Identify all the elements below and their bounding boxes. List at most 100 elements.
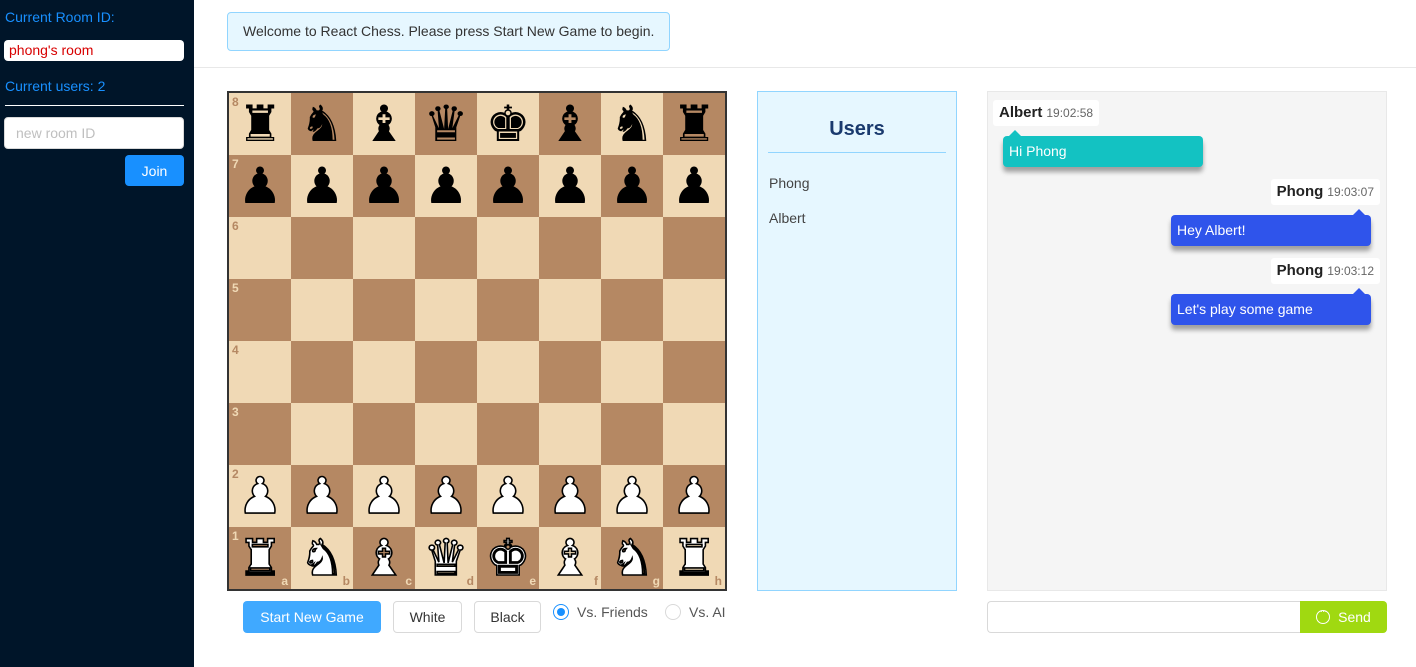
board-square-e7[interactable]: ♟	[477, 155, 539, 217]
board-square-e4[interactable]	[477, 341, 539, 403]
black-pawn-icon[interactable]: ♟	[548, 161, 593, 211]
board-square-c1[interactable]: c ♝	[353, 527, 415, 589]
board-square-c2[interactable]: ♟	[353, 465, 415, 527]
board-square-a1[interactable]: 1 a ♜	[229, 527, 291, 589]
board-square-c6[interactable]	[353, 217, 415, 279]
board-square-h8[interactable]: ♜	[663, 93, 725, 155]
white-pawn-icon[interactable]: ♟	[609, 470, 655, 522]
white-rook-icon[interactable]: ♜	[237, 532, 283, 584]
board-square-b1[interactable]: b ♞	[291, 527, 353, 589]
board-square-a3[interactable]: 3	[229, 403, 291, 465]
board-square-e5[interactable]	[477, 279, 539, 341]
black-knight-icon[interactable]: ♞	[610, 99, 655, 149]
board-square-a4[interactable]: 4	[229, 341, 291, 403]
board-square-h6[interactable]	[663, 217, 725, 279]
board-square-c3[interactable]	[353, 403, 415, 465]
black-pawn-icon[interactable]: ♟	[362, 161, 407, 211]
board-square-h5[interactable]	[663, 279, 725, 341]
black-king-icon[interactable]: ♚	[486, 99, 531, 149]
black-pawn-icon[interactable]: ♟	[672, 161, 717, 211]
black-bishop-icon[interactable]: ♝	[362, 99, 407, 149]
board-square-c8[interactable]: ♝	[353, 93, 415, 155]
black-queen-icon[interactable]: ♛	[424, 99, 469, 149]
black-pawn-icon[interactable]: ♟	[610, 161, 655, 211]
white-pawn-icon[interactable]: ♟	[361, 470, 407, 522]
play-black-button[interactable]: Black	[474, 601, 541, 633]
white-bishop-icon[interactable]: ♝	[361, 532, 407, 584]
black-pawn-icon[interactable]: ♟	[300, 161, 345, 211]
board-square-f5[interactable]	[539, 279, 601, 341]
board-square-e6[interactable]	[477, 217, 539, 279]
board-square-c5[interactable]	[353, 279, 415, 341]
board-square-c7[interactable]: ♟	[353, 155, 415, 217]
board-square-e1[interactable]: e ♚	[477, 527, 539, 589]
board-square-h7[interactable]: ♟	[663, 155, 725, 217]
board-square-b5[interactable]	[291, 279, 353, 341]
new-room-id-input[interactable]	[4, 117, 184, 149]
board-square-b8[interactable]: ♞	[291, 93, 353, 155]
board-square-d4[interactable]	[415, 341, 477, 403]
board-square-a8[interactable]: 8 ♜	[229, 93, 291, 155]
board-square-g8[interactable]: ♞	[601, 93, 663, 155]
board-square-d3[interactable]	[415, 403, 477, 465]
black-pawn-icon[interactable]: ♟	[238, 161, 283, 211]
board-square-e3[interactable]	[477, 403, 539, 465]
board-square-g2[interactable]: ♟	[601, 465, 663, 527]
white-pawn-icon[interactable]: ♟	[423, 470, 469, 522]
play-white-button[interactable]: White	[393, 601, 462, 633]
board-square-d6[interactable]	[415, 217, 477, 279]
white-pawn-icon[interactable]: ♟	[299, 470, 345, 522]
black-rook-icon[interactable]: ♜	[672, 99, 717, 149]
board-square-b4[interactable]	[291, 341, 353, 403]
board-square-f8[interactable]: ♝	[539, 93, 601, 155]
board-square-g1[interactable]: g ♞	[601, 527, 663, 589]
white-pawn-icon[interactable]: ♟	[237, 470, 283, 522]
black-bishop-icon[interactable]: ♝	[548, 99, 593, 149]
black-knight-icon[interactable]: ♞	[300, 99, 345, 149]
board-square-b2[interactable]: ♟	[291, 465, 353, 527]
white-rook-icon[interactable]: ♜	[671, 532, 717, 584]
white-pawn-icon[interactable]: ♟	[485, 470, 531, 522]
chat-message-input[interactable]	[987, 601, 1301, 633]
board-square-h3[interactable]	[663, 403, 725, 465]
radio-unchecked-icon[interactable]	[665, 604, 681, 620]
board-square-b6[interactable]	[291, 217, 353, 279]
board-square-f3[interactable]	[539, 403, 601, 465]
board-square-f6[interactable]	[539, 217, 601, 279]
board-square-h1[interactable]: h ♜	[663, 527, 725, 589]
white-pawn-icon[interactable]: ♟	[671, 470, 717, 522]
board-square-f1[interactable]: f ♝	[539, 527, 601, 589]
send-button[interactable]: Send	[1300, 601, 1387, 633]
vs-friends-radio[interactable]: Vs. Friends	[553, 604, 648, 620]
black-rook-icon[interactable]: ♜	[238, 99, 283, 149]
black-pawn-icon[interactable]: ♟	[486, 161, 531, 211]
board-square-e8[interactable]: ♚	[477, 93, 539, 155]
board-square-g3[interactable]	[601, 403, 663, 465]
board-square-h4[interactable]	[663, 341, 725, 403]
board-square-g7[interactable]: ♟	[601, 155, 663, 217]
board-square-d2[interactable]: ♟	[415, 465, 477, 527]
black-pawn-icon[interactable]: ♟	[424, 161, 469, 211]
board-square-g4[interactable]	[601, 341, 663, 403]
start-new-game-button[interactable]: Start New Game	[243, 601, 381, 633]
board-square-f7[interactable]: ♟	[539, 155, 601, 217]
board-square-d8[interactable]: ♛	[415, 93, 477, 155]
board-square-e2[interactable]: ♟	[477, 465, 539, 527]
board-square-d5[interactable]	[415, 279, 477, 341]
vs-ai-radio[interactable]: Vs. AI	[665, 604, 726, 620]
board-square-g6[interactable]	[601, 217, 663, 279]
board-square-f2[interactable]: ♟	[539, 465, 601, 527]
board-square-b7[interactable]: ♟	[291, 155, 353, 217]
chess-board[interactable]: 8 ♜ ♞ ♝ ♛ ♚ ♝ ♞ ♜ 7 ♟ ♟ ♟ ♟ ♟ ♟ ♟ ♟ 6 5 4 3 2 ♟ ♟ ♟ ♟ ♟ ♟ ♟ ♟ 1 a ♜ b ♞ c ♝ d ♛…	[227, 91, 727, 591]
white-queen-icon[interactable]: ♛	[423, 532, 469, 584]
white-knight-icon[interactable]: ♞	[299, 532, 345, 584]
board-square-a7[interactable]: 7 ♟	[229, 155, 291, 217]
board-square-f4[interactable]	[539, 341, 601, 403]
white-bishop-icon[interactable]: ♝	[547, 532, 593, 584]
board-square-a6[interactable]: 6	[229, 217, 291, 279]
white-pawn-icon[interactable]: ♟	[547, 470, 593, 522]
white-king-icon[interactable]: ♚	[485, 532, 531, 584]
board-square-a2[interactable]: 2 ♟	[229, 465, 291, 527]
board-square-h2[interactable]: ♟	[663, 465, 725, 527]
board-square-g5[interactable]	[601, 279, 663, 341]
